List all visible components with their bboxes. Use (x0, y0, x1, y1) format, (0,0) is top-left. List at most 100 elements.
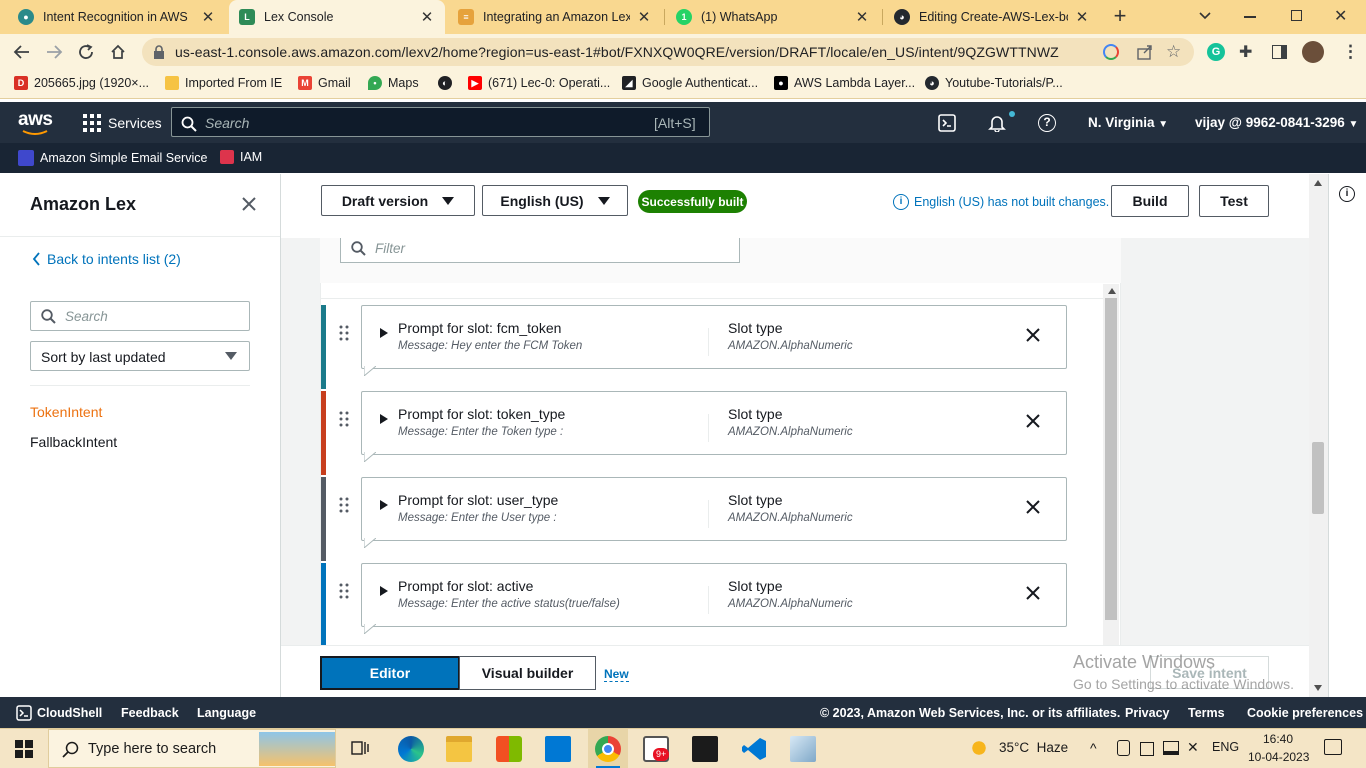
forward-arrow-icon[interactable] (42, 40, 66, 64)
notepad-icon[interactable] (790, 736, 816, 762)
aws-logo[interactable]: aws (18, 109, 53, 131)
bookmark-item[interactable]: D 205665.jpg (1920×... (14, 76, 149, 90)
bookmark-item[interactable]: ◕ Youtube-Tutorials/P... (925, 76, 1063, 90)
remove-slot-icon[interactable] (1022, 582, 1044, 604)
back-to-intents-link[interactable]: Back to intents list (2) (32, 251, 181, 267)
drag-handle-icon[interactable] (338, 496, 350, 514)
expand-caret-icon[interactable] (380, 586, 388, 596)
close-tab-icon[interactable]: ✕ (854, 8, 870, 26)
terminal-icon[interactable] (692, 736, 718, 762)
services-grid-icon[interactable] (83, 114, 101, 132)
tray-volume-muted-icon[interactable]: ✕ (1187, 739, 1199, 756)
close-tab-icon[interactable]: ✕ (1074, 8, 1090, 26)
bookmark-item[interactable]: ◢ Google Authenticat... (622, 76, 758, 90)
expand-caret-icon[interactable] (380, 500, 388, 510)
bookmark-item[interactable]: • Maps (368, 76, 419, 90)
tab-integrating-lex[interactable]: ≡ Integrating an Amazon Lex B ✕ (448, 0, 662, 34)
scroll-down-arrow-icon[interactable] (1314, 685, 1322, 691)
intent-item-fallbackintent[interactable]: FallbackIntent (30, 434, 117, 450)
intent-search-input[interactable]: Search (30, 301, 250, 331)
terms-link[interactable]: Terms (1188, 706, 1225, 720)
notifications-icon[interactable] (1324, 739, 1342, 755)
tab-search-chevron-icon[interactable] (1196, 7, 1214, 25)
intent-item-tokenintent[interactable]: TokenIntent (30, 404, 102, 420)
new-tab-icon[interactable]: + (1108, 5, 1132, 29)
version-dropdown[interactable]: Draft version (321, 185, 475, 216)
language-link[interactable]: Language (197, 706, 256, 720)
slot-card-user-type[interactable]: Prompt for slot: user_type Message: Ente… (361, 477, 1067, 548)
cookie-preferences-link[interactable]: Cookie preferences (1247, 706, 1363, 720)
account-menu[interactable]: vijay @ 9962-0841-3296 ▼ (1195, 115, 1358, 130)
remove-slot-icon[interactable] (1022, 496, 1044, 518)
tray-device-icon[interactable] (1117, 740, 1130, 756)
cloudshell-icon[interactable] (16, 705, 32, 721)
profile-avatar[interactable] (1302, 41, 1324, 63)
side-panel-icon[interactable] (1272, 45, 1287, 59)
mail-icon[interactable] (545, 736, 571, 762)
tab-lex-console[interactable]: L Lex Console ✕ (229, 0, 445, 34)
drag-handle-icon[interactable] (338, 582, 350, 600)
language-dropdown[interactable]: English (US) (482, 185, 628, 216)
url-text[interactable]: us-east-1.console.aws.amazon.com/lexv2/h… (175, 44, 1059, 60)
task-view-icon[interactable] (350, 738, 370, 758)
windows-start-icon[interactable] (15, 740, 33, 758)
slot-list-scrollbar[interactable] (1103, 284, 1119, 645)
file-explorer-icon[interactable] (446, 736, 472, 762)
bookmark-item[interactable]: ● AWS Lambda Layer... (774, 76, 915, 90)
minimize-icon[interactable] (1244, 16, 1256, 18)
slot-filter-input[interactable]: Filter (340, 238, 740, 263)
scroll-thumb[interactable] (1105, 298, 1117, 620)
drag-handle-icon[interactable] (338, 410, 350, 428)
test-button[interactable]: Test (1199, 185, 1269, 217)
scroll-thumb[interactable] (1312, 442, 1324, 514)
privacy-link[interactable]: Privacy (1125, 706, 1169, 720)
visual-builder-tab[interactable]: Visual builder (459, 656, 596, 690)
help-icon[interactable]: ? (1038, 114, 1056, 132)
editor-tab[interactable]: Editor (320, 656, 460, 690)
tab-whatsapp[interactable]: 1 (1) WhatsApp ✕ (666, 0, 880, 34)
clock-time[interactable]: 16:40 (1263, 732, 1293, 746)
grammarly-icon[interactable]: G (1207, 43, 1225, 61)
favorite-ses[interactable]: Amazon Simple Email Service (18, 150, 207, 166)
new-badge[interactable]: New (604, 667, 629, 682)
expand-caret-icon[interactable] (380, 328, 388, 338)
microsoft-store-icon[interactable] (496, 736, 522, 762)
tray-chevron-up-icon[interactable]: ^ (1090, 740, 1097, 756)
home-icon[interactable] (106, 40, 130, 64)
services-menu[interactable]: Services (108, 115, 162, 131)
back-arrow-icon[interactable] (10, 40, 34, 64)
bookmark-item[interactable]: ◐ (438, 76, 458, 90)
close-tab-icon[interactable]: ✕ (636, 8, 652, 26)
lock-icon[interactable] (152, 44, 166, 60)
feedback-link[interactable]: Feedback (121, 706, 179, 720)
extensions-puzzle-icon[interactable]: ✚ (1239, 42, 1252, 62)
region-selector[interactable]: N. Virginia ▼ (1088, 115, 1168, 130)
aws-search-box[interactable] (171, 107, 710, 137)
vscode-icon[interactable] (741, 736, 767, 762)
close-window-icon[interactable]: ✕ (1334, 6, 1347, 26)
bookmark-folder[interactable]: Imported From IE (165, 76, 282, 90)
slot-card-active[interactable]: Prompt for slot: active Message: Enter t… (361, 563, 1067, 634)
close-tab-icon[interactable]: ✕ (419, 8, 435, 26)
expand-caret-icon[interactable] (380, 414, 388, 424)
close-tab-icon[interactable]: ✕ (200, 8, 216, 26)
tray-network-icon[interactable] (1140, 742, 1154, 756)
bookmark-star-icon[interactable]: ☆ (1166, 42, 1181, 62)
bell-icon[interactable] (988, 114, 1006, 132)
restore-icon[interactable] (1291, 10, 1302, 21)
edge-icon[interactable] (398, 736, 424, 762)
slot-card-token-type[interactable]: Prompt for slot: token_type Message: Ent… (361, 391, 1067, 462)
taskbar-search-box[interactable]: Type here to search (48, 729, 336, 768)
favorite-iam[interactable]: IAM (220, 150, 262, 164)
bookmark-item[interactable]: M Gmail (298, 76, 351, 90)
drag-handle-icon[interactable] (338, 324, 350, 342)
share-icon[interactable] (1136, 43, 1154, 61)
build-button[interactable]: Build (1111, 185, 1189, 217)
tab-intent-recognition[interactable]: ● Intent Recognition in AWS ✕ (8, 0, 226, 34)
cloudshell-link[interactable]: CloudShell (37, 706, 102, 720)
remove-slot-icon[interactable] (1022, 410, 1044, 432)
info-panel-icon[interactable]: i (1339, 186, 1355, 202)
close-sidebar-icon[interactable] (240, 195, 258, 213)
chrome-menu-icon[interactable]: ⋮ (1342, 42, 1359, 62)
google-translate-icon[interactable] (1103, 44, 1119, 60)
